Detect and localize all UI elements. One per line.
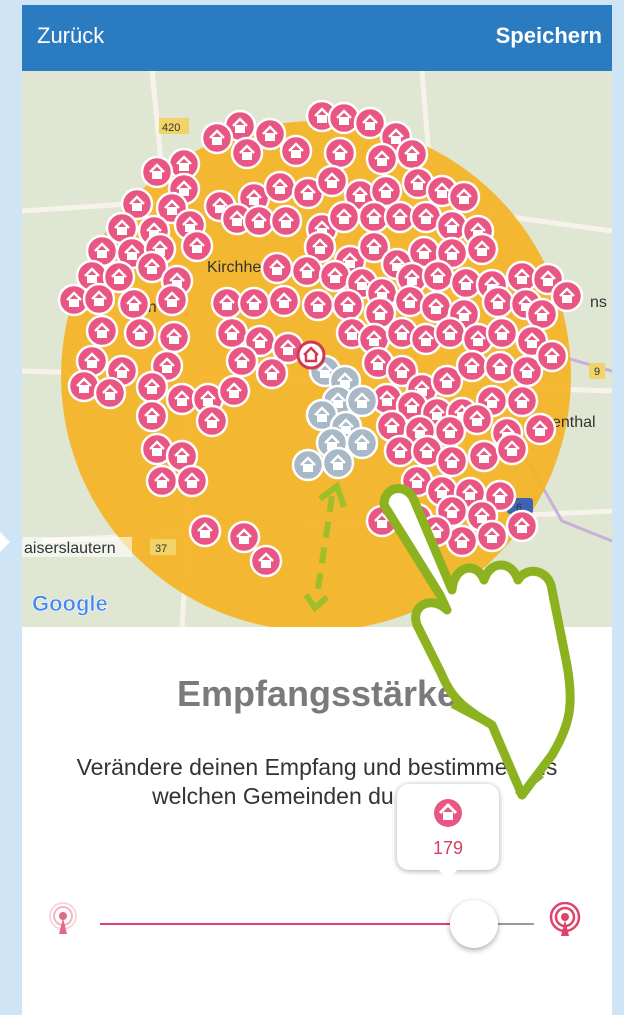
home-marker-icon[interactable]: [383, 434, 417, 468]
home-marker-icon[interactable]: [195, 404, 229, 438]
home-marker-icon[interactable]: [217, 374, 251, 408]
home-marker-icon[interactable]: [323, 136, 357, 170]
home-marker-icon[interactable]: [365, 142, 399, 176]
city-label-kaiserslautern: aiserslautern: [24, 540, 116, 557]
home-marker-icon[interactable]: [318, 259, 352, 293]
home-marker-icon[interactable]: [455, 349, 489, 383]
home-marker-icon[interactable]: [175, 464, 209, 498]
home-marker-icon[interactable]: [460, 402, 494, 436]
home-marker-icon[interactable]: [447, 180, 481, 214]
home-marker-icon[interactable]: [483, 350, 517, 384]
map-view[interactable]: 420 Kirchhe usen 48 9 6 ns kenthal aiser…: [22, 71, 612, 627]
road-badge-9-label: 9: [594, 366, 600, 378]
home-marker-icon[interactable]: [301, 288, 335, 322]
home-marker-icon[interactable]: [135, 399, 169, 433]
home-marker-icon[interactable]: [467, 439, 501, 473]
home-marker-icon[interactable]: [249, 544, 283, 578]
home-marker-icon[interactable]: [267, 284, 301, 318]
home-marker-icon[interactable]: [93, 376, 127, 410]
home-marker-icon[interactable]: [395, 137, 429, 171]
home-icon: [434, 799, 462, 827]
home-marker-icon[interactable]: [505, 384, 539, 418]
home-marker-icon[interactable]: [327, 101, 361, 135]
home-marker-icon[interactable]: [188, 514, 222, 548]
home-marker-icon[interactable]: [525, 297, 559, 331]
home-marker-icon[interactable]: [255, 356, 289, 390]
home-marker-icon[interactable]: [215, 316, 249, 350]
home-marker-icon[interactable]: [291, 448, 325, 482]
home-marker-icon[interactable]: [180, 229, 214, 263]
google-attribution: Google: [32, 591, 108, 616]
app-screen: Zurück Speichern 420 Kirchhe usen: [22, 5, 612, 1015]
home-marker-icon[interactable]: [82, 282, 116, 316]
home-marker-icon[interactable]: [523, 412, 557, 446]
city-label-ns: ns: [590, 294, 607, 311]
home-marker-icon[interactable]: [85, 314, 119, 348]
home-marker-icon[interactable]: [140, 155, 174, 189]
page-title: Empfangsstärke: [176, 673, 458, 714]
back-button[interactable]: Zurück: [37, 23, 104, 49]
home-marker-icon[interactable]: [315, 164, 349, 198]
road-badge-37-label: 37: [155, 543, 167, 555]
home-marker-icon[interactable]: [345, 384, 379, 418]
home-marker-icon[interactable]: [327, 200, 361, 234]
home-marker-icon[interactable]: [433, 316, 467, 350]
city-label-kirchheim: Kirchhe: [207, 259, 261, 276]
home-marker-icon[interactable]: [200, 121, 234, 155]
home-marker-icon[interactable]: [225, 344, 259, 378]
home-marker-icon[interactable]: [263, 170, 297, 204]
home-marker-icon[interactable]: [365, 504, 399, 538]
home-marker-icon[interactable]: [419, 514, 453, 548]
slider-thumb[interactable]: [450, 900, 498, 948]
slider-track-active: [100, 923, 480, 925]
reception-slider[interactable]: [22, 890, 612, 950]
signal-high-icon: [549, 902, 581, 936]
road-badge-420-label: 420: [162, 122, 180, 134]
home-marker-icon[interactable]: [550, 279, 584, 313]
home-marker-icon[interactable]: [237, 286, 271, 320]
home-marker-icon[interactable]: [155, 283, 189, 317]
home-marker-icon[interactable]: [269, 204, 303, 238]
home-marker-icon[interactable]: [290, 254, 324, 288]
home-marker-icon[interactable]: [227, 520, 261, 554]
home-marker-icon[interactable]: [242, 204, 276, 238]
home-marker-icon[interactable]: [435, 444, 469, 478]
home-marker-icon[interactable]: [495, 432, 529, 466]
page-description: Verändere deinen Empfang und bestimme, a…: [76, 754, 558, 809]
save-button[interactable]: Speichern: [496, 23, 602, 49]
home-marker-icon[interactable]: [485, 316, 519, 350]
home-marker-icon[interactable]: [505, 509, 539, 543]
home-marker-icon[interactable]: [345, 426, 379, 460]
home-marker-icon[interactable]: [279, 134, 313, 168]
home-marker-icon[interactable]: [145, 464, 179, 498]
home-marker-icon[interactable]: [260, 251, 294, 285]
home-marker-icon[interactable]: [321, 446, 355, 480]
home-marker-icon[interactable]: [475, 519, 509, 553]
municipality-count: 179: [432, 838, 464, 858]
home-marker-icon[interactable]: [123, 316, 157, 350]
home-marker-icon[interactable]: [157, 320, 191, 354]
side-panel-handle[interactable]: [0, 532, 10, 552]
signal-low-icon: [49, 902, 77, 934]
home-marker-icon[interactable]: [481, 285, 515, 319]
center-location-pin[interactable]: [296, 340, 326, 370]
home-marker-icon[interactable]: [435, 209, 469, 243]
home-marker-icon[interactable]: [135, 370, 169, 404]
count-tooltip: 179: [397, 784, 499, 880]
home-marker-icon[interactable]: [117, 287, 151, 321]
home-marker-icon[interactable]: [210, 286, 244, 320]
map-canvas[interactable]: 420 Kirchhe usen 48 9 6 ns kenthal aiser…: [22, 71, 612, 627]
home-marker-icon[interactable]: [465, 232, 499, 266]
home-marker-icon[interactable]: [230, 136, 264, 170]
home-marker-icon[interactable]: [331, 288, 365, 322]
slider-track-inactive: [492, 923, 534, 925]
home-marker-icon[interactable]: [535, 339, 569, 373]
navigation-bar: Zurück Speichern: [22, 5, 612, 71]
home-marker-icon[interactable]: [421, 259, 455, 293]
